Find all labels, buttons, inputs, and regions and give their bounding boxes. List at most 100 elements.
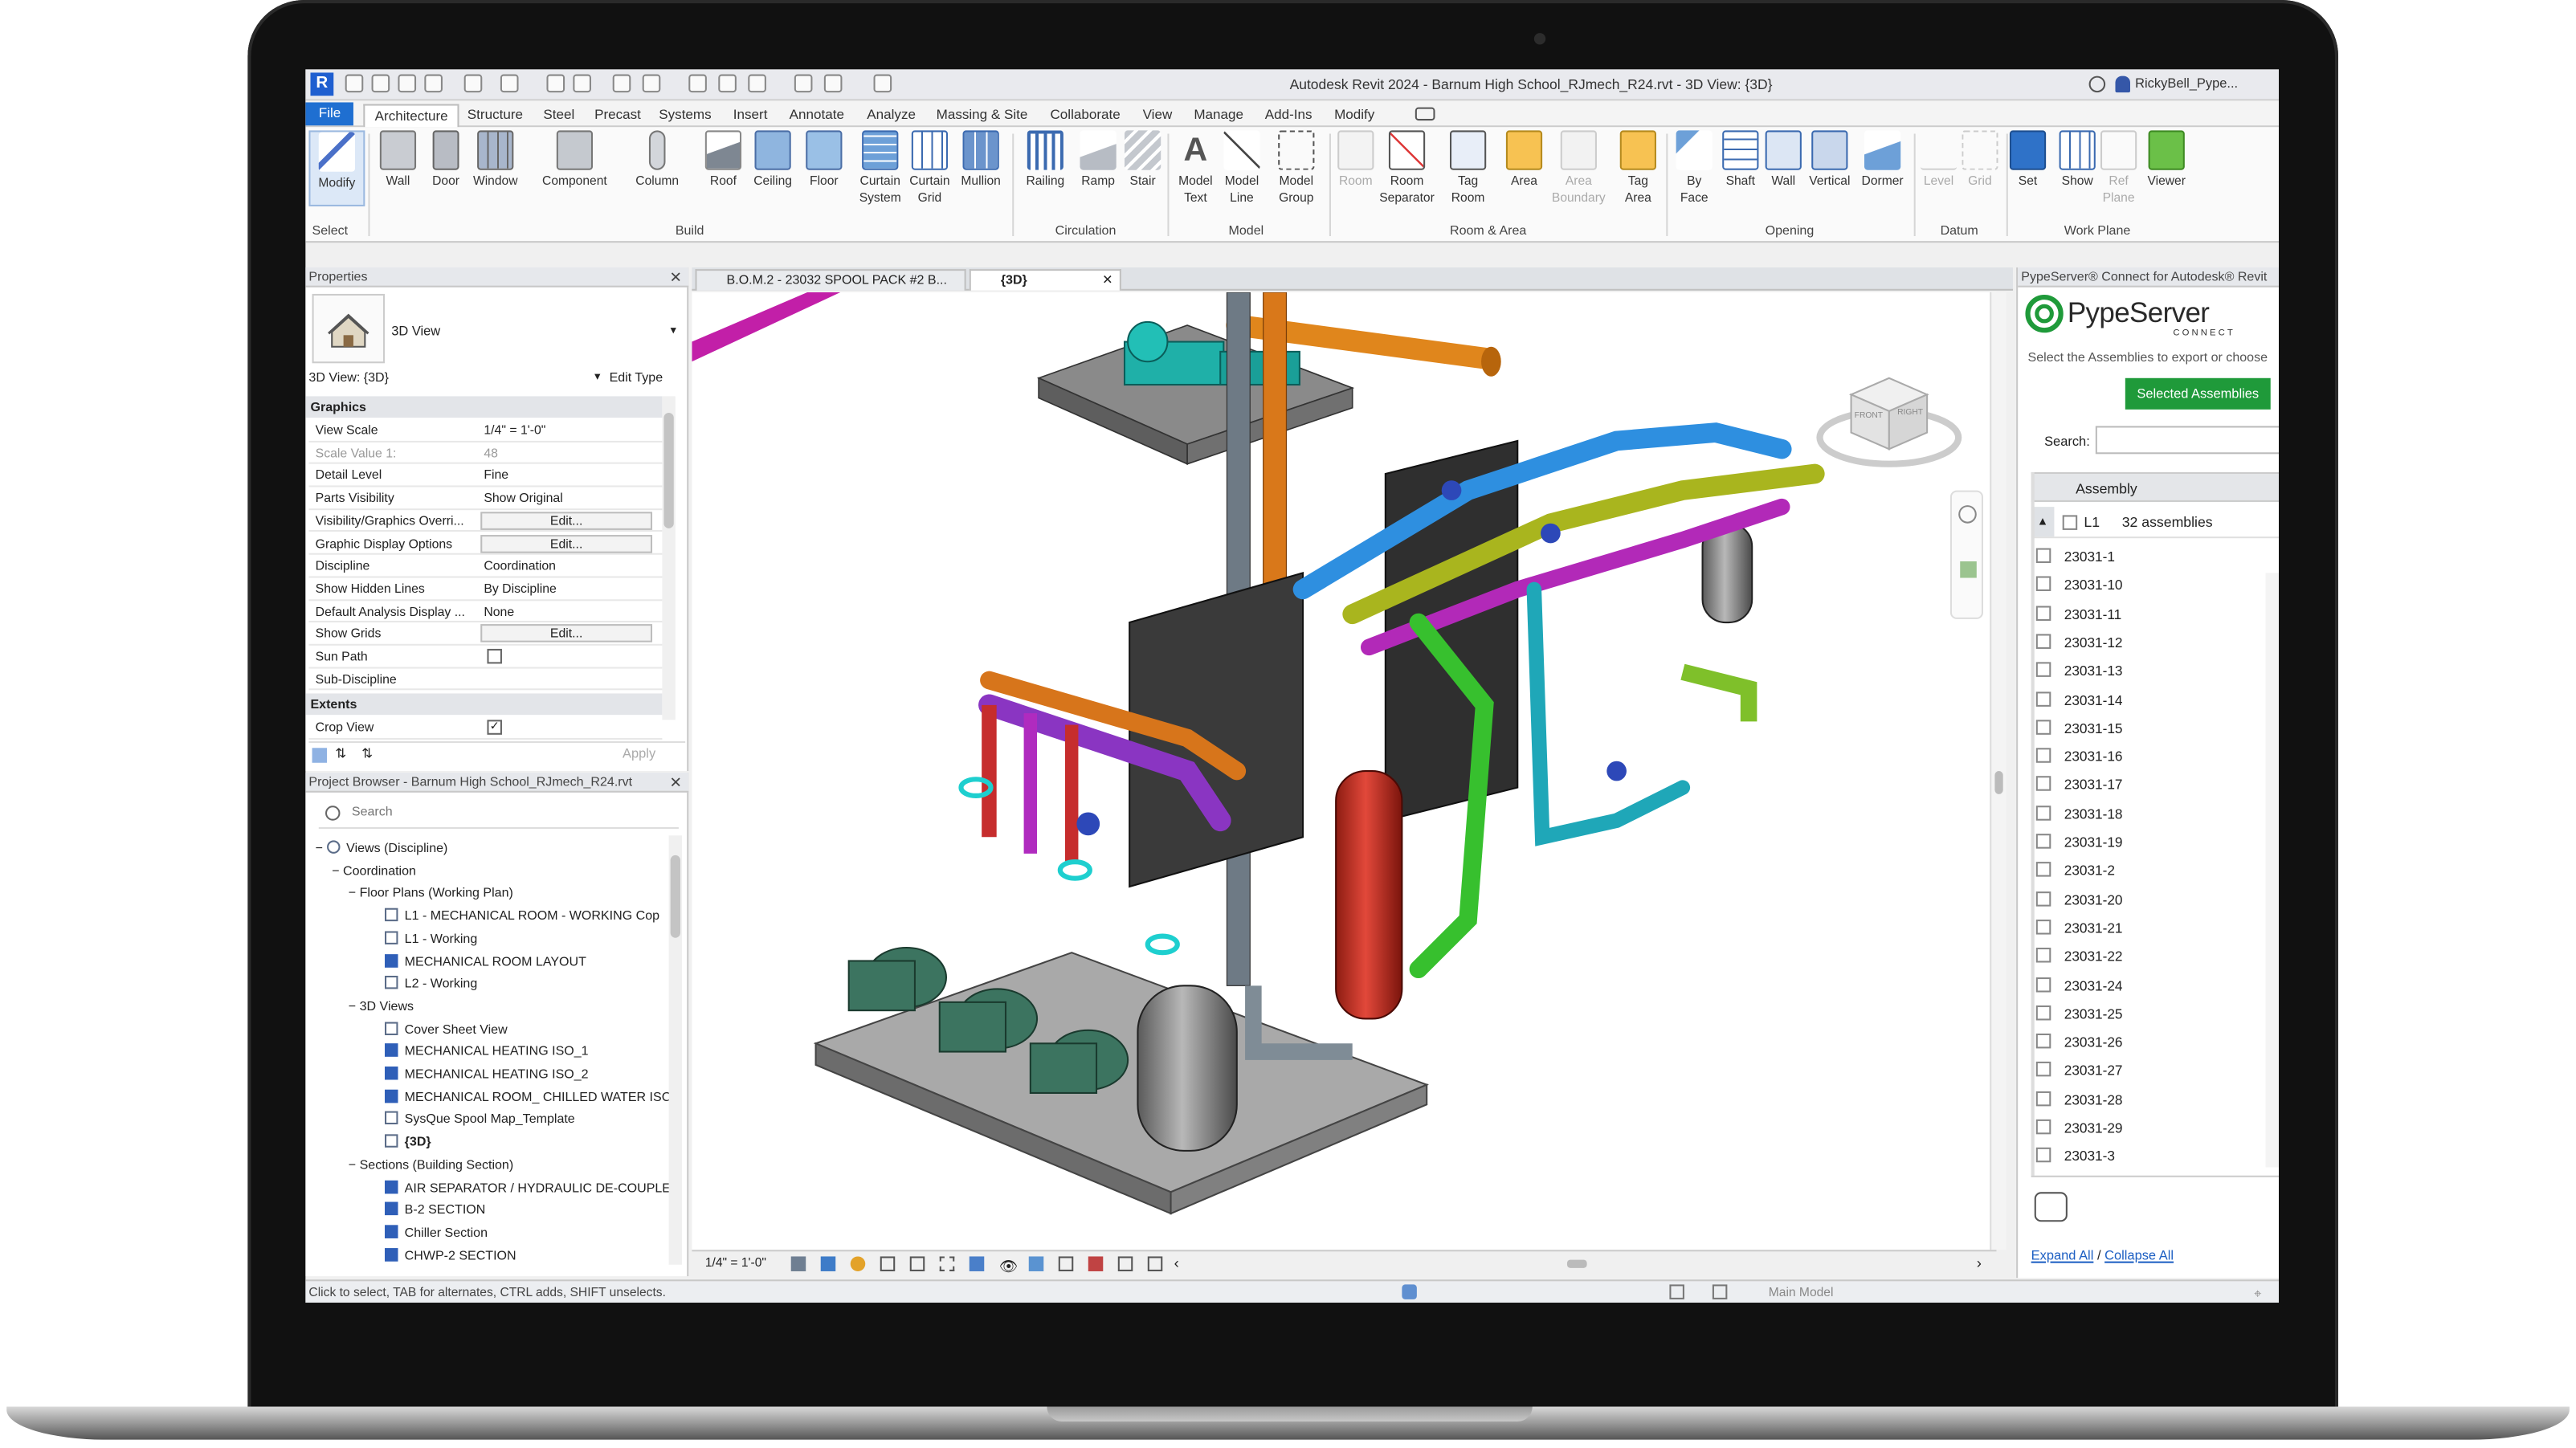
- design-options-icon[interactable]: [1712, 1284, 1728, 1299]
- assembly-checkbox[interactable]: [2035, 662, 2051, 678]
- assembly-row[interactable]: 23031-29: [2035, 1115, 2279, 1144]
- property-row[interactable]: Scale Value 1: 48: [308, 442, 663, 465]
- tree-node[interactable]: MECHANICAL ROOM_ CHILLED WATER ISC: [385, 1087, 671, 1107]
- measure-icon[interactable]: [612, 74, 631, 93]
- chevron-down-icon[interactable]: ▾: [671, 324, 676, 337]
- tree-node[interactable]: L1 - Working: [385, 929, 477, 949]
- property-row[interactable]: Sun Path: [308, 646, 663, 668]
- wall-button[interactable]: Wall: [378, 130, 418, 190]
- ribbon-toggle-icon[interactable]: [1415, 107, 1435, 121]
- constraints-icon[interactable]: [1147, 1256, 1163, 1271]
- selected-assemblies-button[interactable]: Selected Assemblies: [2125, 377, 2271, 410]
- crop-icon[interactable]: [909, 1256, 925, 1271]
- assembly-checkbox[interactable]: [2035, 1119, 2051, 1135]
- tree-node[interactable]: − Floor Plans (Working Plan): [349, 884, 513, 904]
- property-row[interactable]: Discipline Coordination: [308, 555, 663, 578]
- ceiling-button[interactable]: Ceiling: [748, 130, 798, 190]
- property-row[interactable]: Sub-Discipline: [308, 668, 663, 691]
- property-value[interactable]: Fine: [484, 464, 659, 486]
- chatbot-icon[interactable]: [2034, 1192, 2068, 1222]
- property-row[interactable]: Parts Visibility Show Original: [308, 487, 663, 510]
- opening-wall-button[interactable]: Wall: [1765, 130, 1802, 190]
- sort-asc-icon[interactable]: ⇅: [335, 746, 346, 761]
- type-name[interactable]: 3D View: [391, 324, 440, 339]
- assembly-row[interactable]: 23031-2: [2035, 858, 2279, 887]
- tab-collaborate[interactable]: Collaborate: [1050, 104, 1120, 128]
- browser-search[interactable]: [318, 802, 679, 830]
- level-group-row[interactable]: ▲ L1 32 assemblies: [2031, 505, 2280, 539]
- expand-all-link[interactable]: Expand All: [2031, 1248, 2094, 1263]
- assembly-checkbox[interactable]: [2035, 719, 2051, 735]
- property-row[interactable]: Show Hidden Lines By Discipline: [308, 577, 663, 601]
- viewcube-front[interactable]: FRONT: [1855, 411, 1883, 421]
- save-icon[interactable]: [398, 74, 417, 93]
- by-face-button[interactable]: By Face: [1673, 130, 1716, 206]
- tree-node[interactable]: MECHANICAL HEATING ISO_2: [385, 1065, 589, 1085]
- model-line-button[interactable]: Model Line: [1217, 130, 1267, 206]
- viewcube-right[interactable]: RIGHT: [1897, 408, 1923, 418]
- property-value[interactable]: 1/4" = 1'-0": [484, 419, 659, 441]
- tree-node[interactable]: {3D}: [385, 1132, 431, 1152]
- print-icon[interactable]: [546, 74, 565, 93]
- tab-add-ins[interactable]: Add-Ins: [1265, 104, 1312, 128]
- reveal-hidden-icon[interactable]: [1058, 1256, 1074, 1271]
- binoculars-icon[interactable]: [2088, 75, 2106, 93]
- edit-type-button[interactable]: Edit Type: [610, 369, 663, 385]
- home-icon[interactable]: [345, 74, 364, 93]
- tree-node[interactable]: AIR SEPARATOR / HYDRAULIC DE-COUPLEI: [385, 1178, 674, 1198]
- assembly-row[interactable]: 23031-18: [2035, 800, 2279, 829]
- revit-logo[interactable]: R: [310, 72, 334, 96]
- tree-node[interactable]: − Coordination: [332, 861, 416, 881]
- assembly-checkbox[interactable]: [2035, 634, 2051, 649]
- temporary-isolate-icon[interactable]: [1028, 1256, 1044, 1271]
- vertical-button[interactable]: Vertical: [1805, 130, 1855, 190]
- active-model[interactable]: Main Model: [1769, 1281, 1834, 1303]
- assembly-row[interactable]: 23031-25: [2035, 1000, 2279, 1029]
- view-scrollbar[interactable]: [1990, 292, 2007, 1250]
- property-row[interactable]: Default Analysis Display ... None: [308, 600, 663, 623]
- assembly-row[interactable]: 23031-16: [2035, 743, 2279, 772]
- steering-wheel-icon[interactable]: [1958, 505, 1977, 524]
- analytical-icon[interactable]: [1088, 1256, 1104, 1271]
- tree-node[interactable]: − Views (Discipline): [316, 838, 447, 859]
- stair-button[interactable]: Stair: [1121, 130, 1164, 190]
- tree-node[interactable]: − Sections (Building Section): [349, 1156, 513, 1176]
- scroll-left-icon[interactable]: ‹: [1174, 1251, 1179, 1275]
- assembly-row[interactable]: 23031-21: [2035, 915, 2279, 944]
- tag-area-button[interactable]: Tag Area: [1617, 130, 1659, 206]
- tree-node[interactable]: CHWP-2 SECTION: [385, 1246, 516, 1266]
- roof-button[interactable]: Roof: [702, 130, 745, 190]
- view-scale[interactable]: 1/4" = 1'-0": [705, 1251, 766, 1275]
- assembly-checkbox[interactable]: [2035, 605, 2051, 621]
- room-separator-button[interactable]: Room Separator: [1375, 130, 1438, 206]
- scroll-right-icon[interactable]: ›: [1977, 1251, 1982, 1275]
- property-row[interactable]: Detail Level Fine: [308, 464, 663, 487]
- edit-button[interactable]: Edit...: [480, 511, 653, 530]
- redo-icon[interactable]: [500, 74, 519, 93]
- tab-file[interactable]: File: [305, 102, 354, 126]
- collapse-all-link[interactable]: Collapse All: [2104, 1248, 2174, 1263]
- assembly-row[interactable]: 23031-3: [2035, 1143, 2279, 1172]
- assembly-row[interactable]: 23031-27: [2035, 1058, 2279, 1087]
- assembly-checkbox[interactable]: [2035, 948, 2051, 963]
- assembly-row[interactable]: 23031-15: [2035, 715, 2279, 744]
- assembly-row[interactable]: 23031-28: [2035, 1086, 2279, 1115]
- tag-room-button[interactable]: Tag Room: [1445, 130, 1492, 206]
- model-text-button[interactable]: A Model Text: [1171, 130, 1221, 206]
- assembly-row[interactable]: 23031-24: [2035, 972, 2279, 1001]
- assembly-checkbox[interactable]: [2035, 1148, 2051, 1163]
- property-row-crop-view[interactable]: Crop View ✓: [308, 716, 663, 740]
- property-value[interactable]: None: [484, 600, 659, 622]
- window-tile-icon[interactable]: [873, 74, 892, 93]
- dormer-button[interactable]: Dormer: [1858, 130, 1908, 190]
- assembly-checkbox[interactable]: [2035, 548, 2051, 564]
- category-extents[interactable]: Extents: [305, 693, 663, 716]
- shadows-icon[interactable]: [880, 1256, 896, 1271]
- tab-steel[interactable]: Steel: [543, 104, 574, 128]
- browser-scrollbar[interactable]: [668, 835, 683, 1265]
- property-value[interactable]: Coordination: [484, 555, 659, 577]
- detail-level-icon[interactable]: [790, 1256, 806, 1271]
- close-icon[interactable]: ✕: [670, 773, 683, 793]
- edit-button[interactable]: Edit...: [480, 534, 653, 553]
- property-value[interactable]: Show Original: [484, 487, 659, 509]
